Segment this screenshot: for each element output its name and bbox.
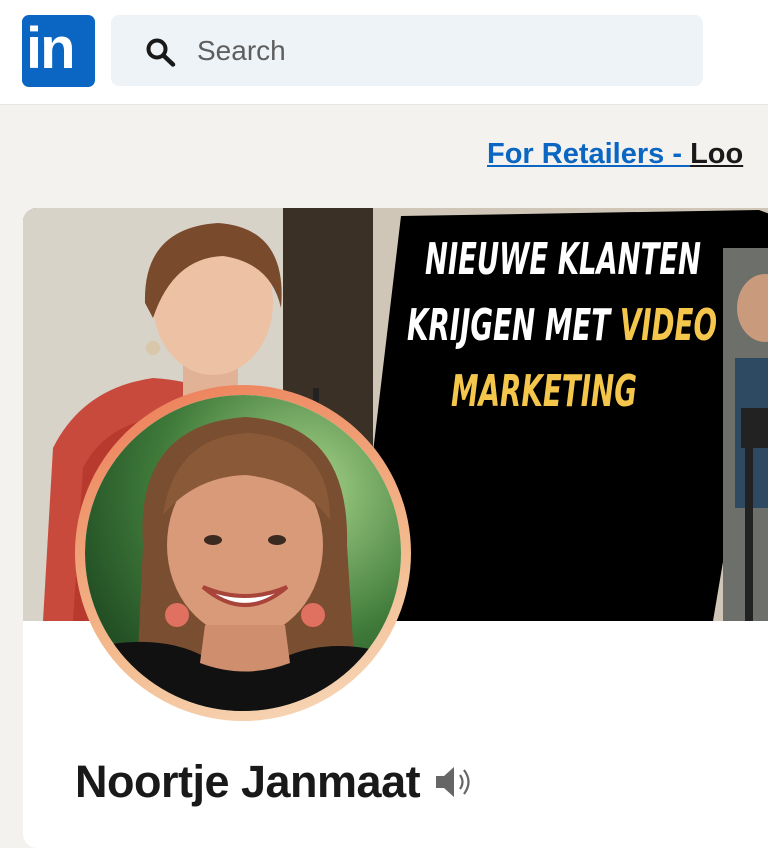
logo-text: in [26, 16, 76, 81]
promo-link[interactable]: For Retailers - [487, 138, 690, 170]
profile-name: Noortje Janmaat [75, 756, 421, 807]
banner-line-3: MARKETING [451, 366, 637, 417]
promo-link-continued[interactable]: Loo [690, 138, 743, 170]
search-bar[interactable] [111, 15, 703, 86]
profile-card: NIEUWE KLANTEN KRIJGEN MET VIDEO MARKETI… [23, 208, 768, 848]
top-nav: in [0, 0, 768, 105]
profile-photo-image [85, 395, 401, 711]
svg-text:KRIJGEN MET VIDEO: KRIJGEN MET VIDEO [407, 300, 717, 351]
profile-name-row: Noortje Janmaat [75, 756, 476, 808]
banner-line-2-white: KRIJGEN MET [407, 300, 620, 351]
banner-line-1: NIEUWE KLANTEN [425, 234, 701, 285]
search-icon [146, 38, 176, 67]
linkedin-logo[interactable]: in [22, 15, 95, 87]
banner-line-2-accent: VIDEO [620, 300, 717, 351]
search-input[interactable] [195, 29, 679, 73]
speaker-icon[interactable] [432, 764, 476, 800]
profile-photo[interactable] [75, 385, 411, 721]
promo-banner: For Retailers - Loo [487, 138, 743, 171]
